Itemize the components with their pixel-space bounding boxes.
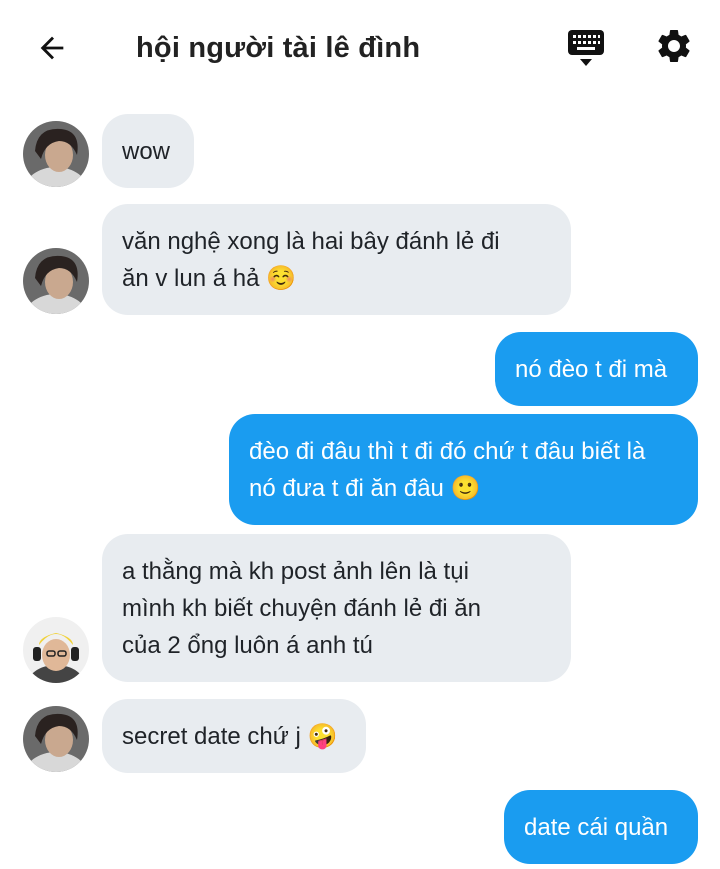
back-button[interactable] xyxy=(28,24,76,72)
avatar[interactable] xyxy=(23,706,89,772)
keyboard-icon xyxy=(568,30,604,66)
message-bubble-outgoing[interactable]: đèo đi đâu thì t đi đó chứ t đâu biết là… xyxy=(229,414,698,525)
chat-header: hội người tài lê đình xyxy=(0,0,720,96)
message-bubble-incoming[interactable]: a thằng mà kh post ảnh lên là tụi mình k… xyxy=(102,534,571,682)
settings-button[interactable] xyxy=(648,20,700,72)
avatar[interactable] xyxy=(23,248,89,314)
gear-icon xyxy=(658,29,690,62)
message-bubble-incoming[interactable]: wow xyxy=(102,114,194,188)
message-bubble-outgoing[interactable]: date cái quần xyxy=(504,790,698,864)
keyboard-button[interactable] xyxy=(560,22,612,74)
message-bubble-incoming[interactable]: văn nghệ xong là hai bây đánh lẻ đi ăn v… xyxy=(102,204,571,315)
avatar[interactable] xyxy=(23,121,89,187)
message-bubble-outgoing[interactable]: nó đèo t đi mà xyxy=(495,332,698,406)
message-bubble-incoming[interactable]: secret date chứ j 🤪 xyxy=(102,699,366,773)
chat-title: hội người tài lê đình xyxy=(136,32,421,64)
arrow-left-icon xyxy=(40,36,64,60)
avatar[interactable] xyxy=(23,617,89,683)
